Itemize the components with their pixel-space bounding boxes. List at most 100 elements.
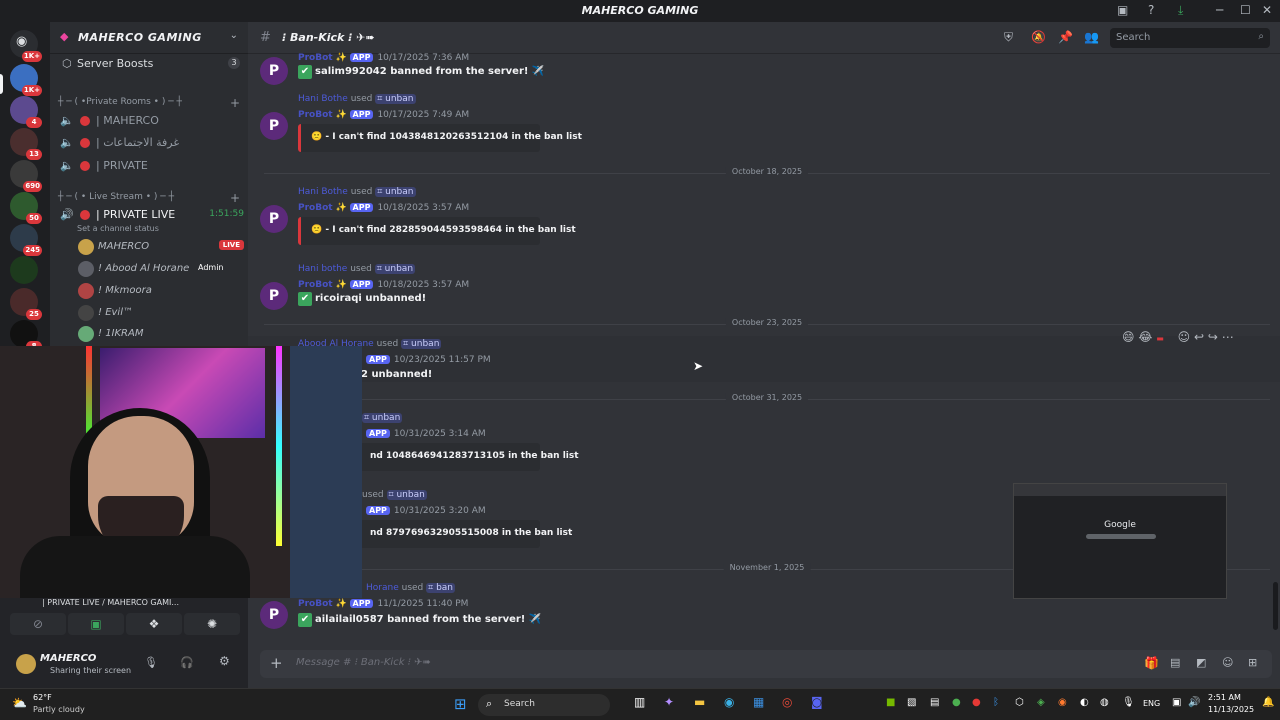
- nvidia-icon[interactable]: ■: [886, 697, 895, 708]
- server-icon[interactable]: 25: [10, 288, 42, 320]
- server-icon[interactable]: 690: [10, 160, 42, 192]
- server-icon[interactable]: 13: [10, 128, 42, 160]
- windows-start-icon[interactable]: ⊞: [454, 695, 467, 713]
- search-input[interactable]: Search ⌕: [1110, 28, 1270, 48]
- forward-icon[interactable]: ↪: [1208, 330, 1218, 344]
- add-reaction-icon[interactable]: ☺: [1178, 330, 1191, 344]
- probot-avatar: P: [260, 112, 288, 140]
- tray-icon[interactable]: ●: [952, 697, 961, 708]
- network-icon[interactable]: ▣: [1172, 697, 1181, 708]
- emoji-icon[interactable]: ☺: [1222, 656, 1233, 669]
- voice-user[interactable]: MAHERCO LIVE: [78, 238, 244, 256]
- file-explorer-icon[interactable]: ▬: [694, 695, 705, 709]
- activities-icon[interactable]: ❖: [126, 613, 182, 635]
- soundboard-icon[interactable]: ✺: [184, 613, 240, 635]
- threads-icon[interactable]: ⛨: [1004, 30, 1013, 45]
- tray-icon[interactable]: ▧: [907, 697, 916, 708]
- settings-gear-icon[interactable]: ⚙: [219, 654, 230, 668]
- voice-user[interactable]: ! Mkmoora: [78, 282, 244, 300]
- google-logo: Google: [1104, 520, 1136, 530]
- stream-preview[interactable]: Google: [1013, 483, 1227, 599]
- server-icon[interactable]: 245: [10, 224, 42, 256]
- tray-icon[interactable]: ◉: [1058, 697, 1067, 708]
- help-icon[interactable]: ?: [1148, 3, 1154, 17]
- tray-icon[interactable]: ⬡: [1015, 697, 1024, 708]
- download-icon[interactable]: ⤓: [1178, 3, 1183, 18]
- avatar: [78, 239, 94, 255]
- live-reaction-icon[interactable]: ▬: [1156, 334, 1164, 343]
- bluetooth-icon[interactable]: ᛒ: [993, 697, 999, 708]
- add-channel-icon[interactable]: +: [230, 96, 240, 110]
- headphones-icon[interactable]: 🎧: [180, 656, 194, 669]
- members-icon[interactable]: 👥: [1084, 30, 1099, 44]
- webcam-overlay: [0, 346, 362, 598]
- weather-icon[interactable]: ⛅: [12, 696, 27, 710]
- server-icon[interactable]: [10, 256, 38, 284]
- server-boosts-row[interactable]: ⬡ Server Boosts 3: [58, 54, 244, 74]
- server-icon[interactable]: 1K+: [10, 64, 42, 96]
- close-icon[interactable]: ✕: [1262, 3, 1272, 17]
- reply-icon[interactable]: ↩: [1194, 330, 1204, 344]
- chrome-icon[interactable]: ◎: [782, 695, 792, 709]
- volume-icon[interactable]: 🔊: [1188, 697, 1200, 708]
- server-icon[interactable]: 50: [10, 192, 42, 224]
- voice-channel-live[interactable]: 🔊 | PRIVATE LIVE 1:51:59: [58, 205, 244, 225]
- direct-messages-icon[interactable]: ◉ 1K+: [10, 30, 42, 62]
- microphone-icon[interactable]: 🎙: [144, 656, 158, 669]
- microphone-icon[interactable]: 🎙: [1122, 697, 1135, 708]
- server-icon[interactable]: 4: [10, 96, 42, 128]
- live-badge: LIVE: [218, 240, 244, 250]
- voice-channel[interactable]: 🔈 | PRIVATE: [58, 156, 244, 176]
- voice-user[interactable]: ! 1IKRAM: [78, 325, 244, 343]
- voice-channel[interactable]: 🔈 | MAHERCO: [58, 111, 244, 131]
- tray-icon[interactable]: ●: [972, 697, 981, 708]
- tray-icon[interactable]: ◈: [1037, 697, 1045, 708]
- reaction-icon[interactable]: 😂: [1138, 330, 1152, 344]
- voice-user[interactable]: ! Evil™: [78, 304, 244, 322]
- message[interactable]: Abood Al Horane used ⌗ unban APP 10/23/20…: [248, 330, 1280, 382]
- set-channel-status[interactable]: Set a channel status: [77, 224, 159, 233]
- server-header[interactable]: ◆ MAHERCO GAMING ⌄: [50, 22, 248, 54]
- edge-icon[interactable]: ◉: [724, 695, 734, 709]
- gif-icon[interactable]: ▤: [1170, 656, 1180, 669]
- voice-user[interactable]: ! Abood Al Horane Admin: [78, 260, 244, 278]
- add-attachment-icon[interactable]: +: [270, 654, 283, 672]
- tray-icon[interactable]: ◐: [1080, 697, 1089, 708]
- probot-avatar: P: [260, 601, 288, 629]
- more-icon[interactable]: ⋯: [1222, 330, 1234, 344]
- message-input[interactable]: Message # ⁝ Ban-Kick ⁝ ✈➠: [296, 657, 431, 668]
- voice-channel[interactable]: 🔈 | غرفة الاجتماعات: [58, 133, 244, 153]
- gift-icon[interactable]: 🎁: [1144, 656, 1159, 670]
- scrollbar[interactable]: [1273, 582, 1278, 630]
- clock-time[interactable]: 2:51 AM: [1208, 693, 1241, 702]
- camera-off-icon[interactable]: ⊘: [10, 613, 66, 635]
- maximize-icon[interactable]: ☐: [1240, 3, 1251, 17]
- message-composer[interactable]: + Message # ⁝ Ban-Kick ⁝ ✈➠ 🎁 ▤ ◩ ☺ ⊞: [260, 650, 1272, 678]
- message-actions: 😄 😂 ▬ ☺ ↩ ↪ ⋯: [1122, 330, 1272, 350]
- tray-icon[interactable]: ▤: [930, 697, 939, 708]
- task-view-icon[interactable]: ▥: [634, 695, 645, 709]
- apps-icon[interactable]: ⊞: [1248, 656, 1257, 669]
- minimize-icon[interactable]: ─: [1216, 3, 1223, 17]
- sticker-icon[interactable]: ◩: [1196, 656, 1206, 669]
- store-icon[interactable]: ▦: [753, 695, 764, 709]
- window-title: MAHERCO GAMING: [581, 4, 699, 17]
- copilot-icon[interactable]: ✦: [664, 695, 674, 709]
- language-indicator[interactable]: ENG: [1143, 699, 1160, 708]
- server-icon[interactable]: 8: [10, 320, 42, 352]
- reaction-icon[interactable]: 😄: [1122, 330, 1135, 344]
- clock-date[interactable]: 11/13/2025: [1208, 705, 1254, 714]
- steam-icon[interactable]: ◍: [1100, 697, 1109, 708]
- mute-icon[interactable]: 🔕: [1031, 30, 1046, 44]
- avatar[interactable]: [16, 654, 36, 674]
- pin-icon[interactable]: 📌: [1058, 30, 1073, 44]
- rgb-light-strip: [276, 346, 282, 546]
- notification-bell-icon[interactable]: 🔔: [1262, 697, 1274, 708]
- voice-connection[interactable]: | PRIVATE LIVE / MAHERCO GAMI...: [42, 598, 179, 607]
- shelf: [290, 346, 362, 598]
- taskbar-search[interactable]: ⌕ Search: [478, 694, 610, 716]
- screen-share-button[interactable]: ▣: [68, 613, 124, 635]
- add-channel-icon[interactable]: +: [230, 191, 240, 205]
- discord-icon[interactable]: ◙: [811, 695, 823, 709]
- screen-share-icon[interactable]: ▣: [1117, 3, 1128, 17]
